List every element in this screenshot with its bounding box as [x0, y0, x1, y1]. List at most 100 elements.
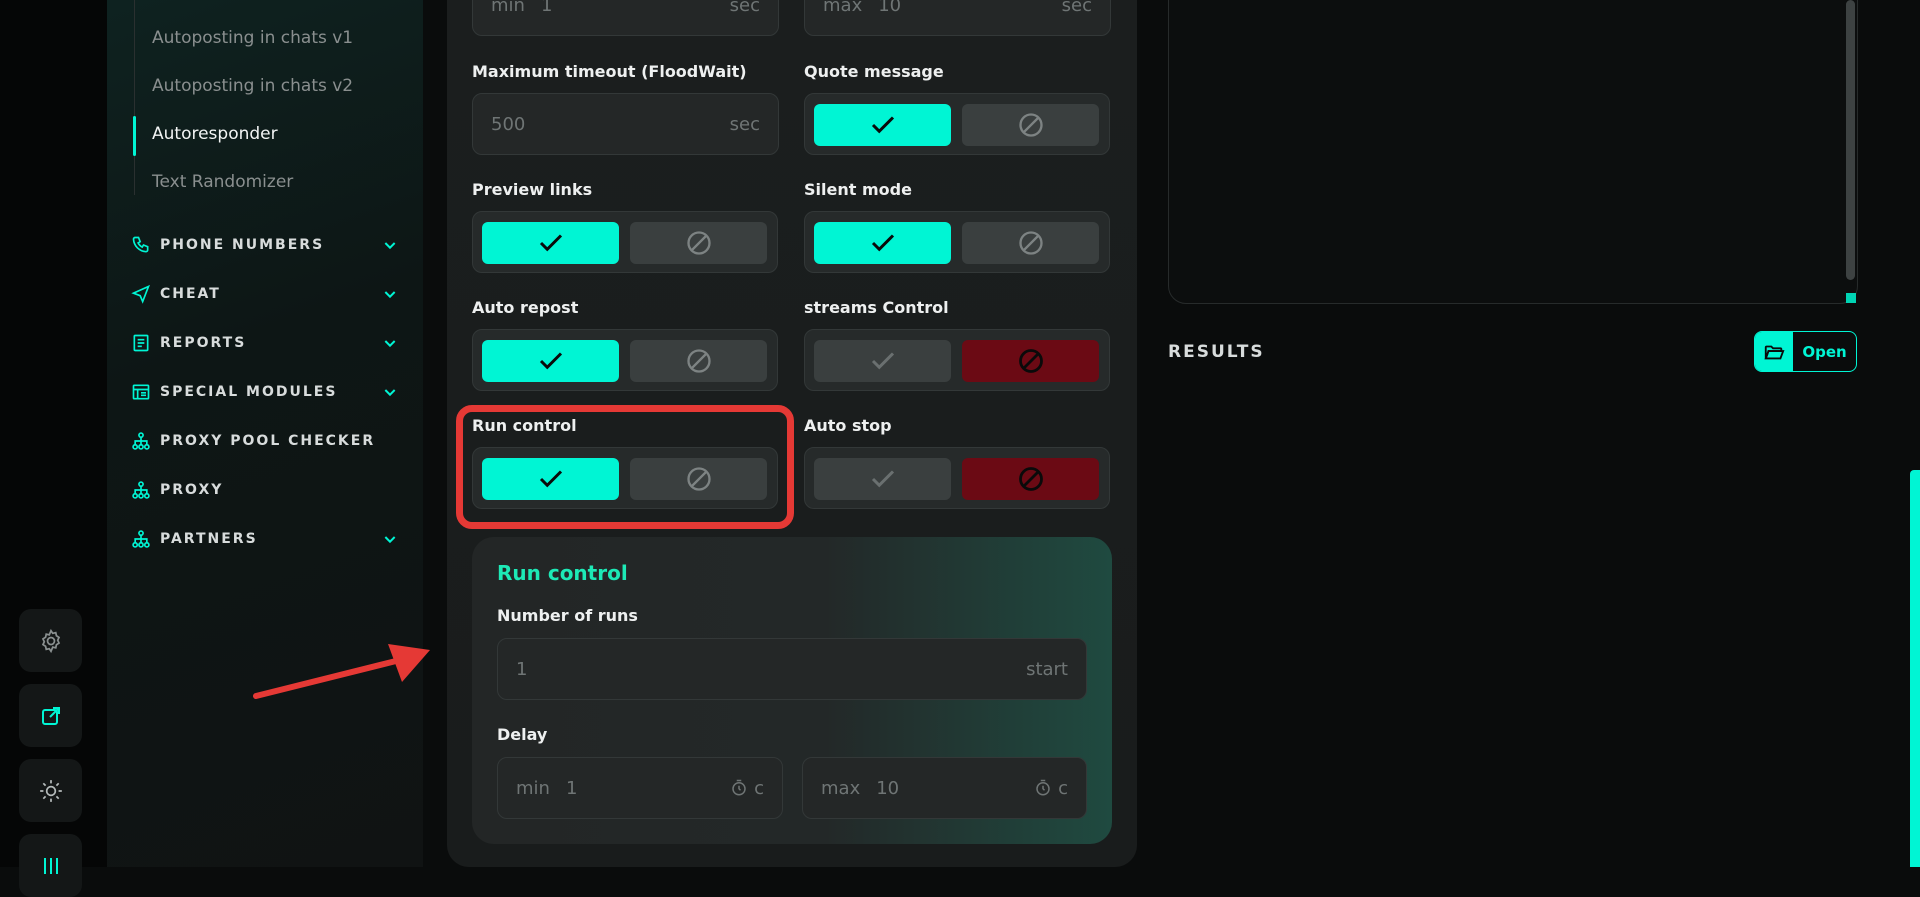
page-scrollbar[interactable] — [1910, 470, 1920, 867]
nav-proxy-pool-checker[interactable]: PROXY POOL CHECKER — [130, 426, 400, 456]
delay-label: Delay — [497, 725, 548, 744]
no-button[interactable] — [962, 340, 1099, 382]
gear-icon — [41, 628, 60, 653]
ban-icon — [1018, 231, 1043, 255]
silent-mode-toggle[interactable] — [804, 211, 1110, 273]
nav-cheat[interactable]: CHEAT — [130, 279, 400, 309]
ban-icon — [686, 231, 711, 255]
unit-text: c — [754, 777, 764, 799]
max-value: 10 — [876, 777, 900, 799]
nav-phone-numbers[interactable]: PHONE NUMBERS — [130, 230, 400, 260]
chevron-down-icon[interactable] — [380, 333, 400, 353]
theme-toggle-button[interactable] — [19, 759, 82, 822]
quote-message-toggle[interactable] — [804, 93, 1110, 155]
open-results-button[interactable]: Open — [1754, 331, 1857, 372]
sidebar-item-autoposting-v2[interactable]: Autoposting in chats v2 — [152, 76, 353, 96]
output-textarea[interactable] — [1168, 0, 1858, 304]
nav-label: SPECIAL MODULES — [160, 384, 338, 400]
delay-max-input[interactable]: max 10 sec — [804, 0, 1111, 36]
nav-label: PROXY — [160, 482, 224, 498]
yes-button[interactable] — [814, 222, 951, 264]
settings-button[interactable] — [19, 609, 82, 672]
max-prefix: max — [823, 0, 863, 16]
run-delay-max-input[interactable]: max 10 c — [802, 757, 1087, 819]
submenu-line — [134, 0, 135, 195]
yes-button[interactable] — [814, 458, 951, 500]
check-icon — [539, 234, 562, 252]
run-delay-min-input[interactable]: min 1 c — [497, 757, 783, 819]
no-button[interactable] — [630, 340, 767, 382]
nav-label: PHONE NUMBERS — [160, 237, 325, 253]
min-prefix: min — [491, 0, 525, 16]
nav-label: CHEAT — [160, 286, 221, 302]
equalizer-button[interactable] — [19, 834, 82, 897]
annotation-arrow — [253, 644, 430, 699]
timer-icon — [1036, 779, 1050, 796]
check-icon — [871, 116, 894, 134]
sidebar-item-autoposting-v1[interactable]: Autoposting in chats v1 — [152, 28, 353, 48]
check-icon — [539, 352, 562, 370]
nav-special-modules[interactable]: SPECIAL MODULES — [130, 377, 400, 407]
sidebar-item-autoresponder[interactable]: Autoresponder — [152, 124, 278, 144]
highlight-box — [456, 405, 794, 529]
preview-links-toggle[interactable] — [472, 211, 778, 273]
yes-button[interactable] — [482, 340, 619, 382]
active-indicator — [133, 116, 136, 156]
check-icon — [871, 234, 894, 252]
runs-suffix: start — [1026, 658, 1068, 680]
scrollbar[interactable] — [1846, 0, 1855, 280]
chevron-down-icon[interactable] — [380, 235, 400, 255]
send-icon — [130, 283, 152, 305]
no-button[interactable] — [962, 458, 1099, 500]
unit-text: c — [1058, 777, 1068, 799]
yes-button[interactable] — [814, 340, 951, 382]
auto-repost-label: Auto repost — [472, 298, 579, 317]
nav-proxy[interactable]: PROXY — [130, 475, 400, 505]
streams-control-toggle[interactable] — [804, 329, 1110, 391]
sliders-icon — [43, 857, 58, 874]
ban-icon — [686, 349, 711, 373]
delay-min-input[interactable]: min 1 sec — [472, 0, 779, 36]
unit-suffix: c — [1034, 778, 1068, 799]
min-prefix: min — [516, 777, 550, 799]
check-icon — [871, 470, 894, 488]
yes-button[interactable] — [482, 222, 619, 264]
chevron-down-icon[interactable] — [380, 529, 400, 549]
sidebar-item-text-randomizer[interactable]: Text Randomizer — [152, 172, 293, 192]
min-value: 1 — [565, 777, 578, 799]
nav-label: PROXY POOL CHECKER — [160, 433, 376, 449]
left-rail — [0, 0, 107, 897]
phone-icon — [130, 234, 152, 256]
nav-label: REPORTS — [160, 335, 247, 351]
nav-reports[interactable]: REPORTS — [130, 328, 400, 358]
nav-partners[interactable]: PARTNERS — [130, 524, 400, 554]
max-prefix: max — [821, 777, 861, 799]
unit-suffix: sec — [1061, 0, 1092, 16]
max-timeout-input[interactable]: 500 sec — [472, 93, 779, 155]
quote-message-label: Quote message — [804, 62, 944, 81]
resize-handle[interactable] — [1846, 293, 1856, 303]
chevron-down-icon[interactable] — [380, 284, 400, 304]
runs-value: 1 — [516, 658, 528, 680]
number-of-runs-input[interactable]: 1 start — [497, 638, 1087, 700]
timeout-value: 500 — [491, 113, 526, 135]
auto-stop-toggle[interactable] — [804, 447, 1110, 509]
no-button[interactable] — [962, 104, 1099, 146]
network-icon — [130, 528, 152, 550]
ban-icon — [1018, 467, 1043, 491]
network-icon — [130, 479, 152, 501]
open-label: Open — [1802, 342, 1847, 361]
auto-repost-toggle[interactable] — [472, 329, 778, 391]
auto-stop-label: Auto stop — [804, 416, 892, 435]
no-button[interactable] — [962, 222, 1099, 264]
preview-links-label: Preview links — [472, 180, 593, 199]
chevron-down-icon[interactable] — [380, 382, 400, 402]
unit-suffix: sec — [729, 113, 760, 135]
open-external-button[interactable] — [19, 684, 82, 747]
yes-button[interactable] — [814, 104, 951, 146]
results-title: RESULTS — [1168, 342, 1265, 362]
max-timeout-label: Maximum timeout (FloodWait) — [472, 62, 747, 81]
run-control-title: Run control — [497, 561, 628, 585]
network-icon — [130, 430, 152, 452]
no-button[interactable] — [630, 222, 767, 264]
